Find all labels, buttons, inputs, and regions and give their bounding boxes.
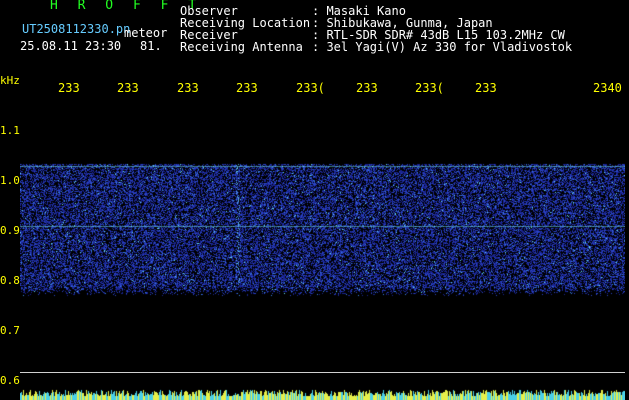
freq-label: 0.7 (0, 324, 20, 337)
freq-label: 0.8 (0, 274, 20, 287)
freq-label: 0.6 (0, 374, 20, 387)
info-value-antenna: : 3el Yagi(V) Az 330 for Vladivostok (312, 40, 573, 54)
time-label: 233 (58, 81, 80, 95)
reference-line (20, 372, 625, 373)
freq-label: 1.0 (0, 174, 20, 187)
freq-label: 1.1 (0, 124, 20, 137)
filename: UT2508112330.pn (22, 22, 131, 36)
count: 81. (140, 39, 162, 53)
time-label: 233 (236, 81, 258, 95)
time-label: 233 (117, 81, 139, 95)
time-label: 233( (415, 81, 444, 95)
datetime: 25.08.11 23:30 (20, 39, 122, 53)
time-label: 233( (296, 81, 325, 95)
time-label: 233 (356, 81, 378, 95)
spectrogram (20, 96, 625, 400)
meteor-label: meteor (124, 26, 168, 40)
info-label-antenna: Receiving Antenna (180, 40, 303, 54)
axis-unit: kHz (0, 74, 20, 87)
time-label: 2340 (593, 81, 622, 95)
time-label: 233 (177, 81, 199, 95)
freq-label: 0.9 (0, 224, 20, 237)
time-label: 233 (475, 81, 497, 95)
